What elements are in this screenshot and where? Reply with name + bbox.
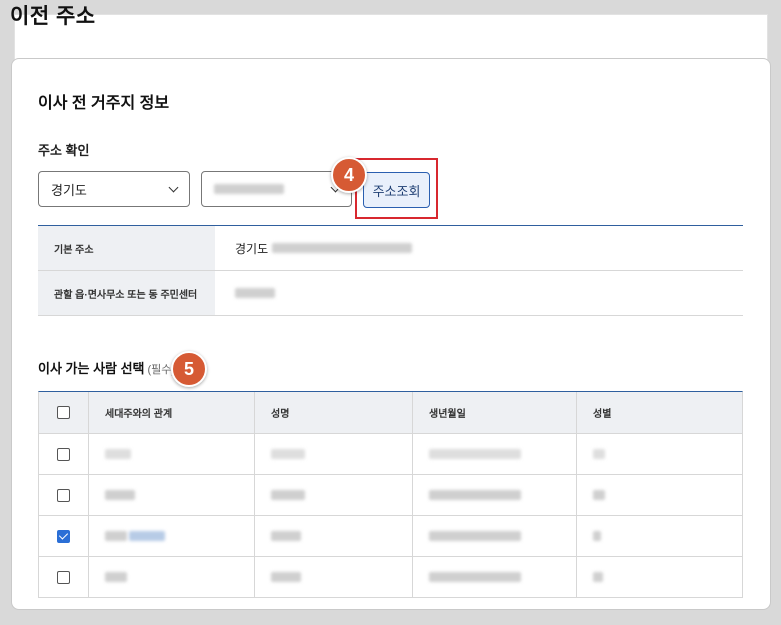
birthdate-redacted (429, 449, 521, 459)
birthdate-redacted (429, 572, 521, 582)
birthdate-cell (413, 475, 577, 515)
header-gender: 성별 (593, 409, 612, 420)
table-row[interactable] (39, 434, 742, 475)
gender-redacted (593, 572, 603, 582)
highlight-box (355, 158, 438, 219)
chevron-down-icon (168, 182, 179, 192)
row-checkbox-cell (39, 434, 89, 474)
gender-cell (577, 434, 742, 474)
gender-cell (577, 557, 742, 597)
relation-redacted (105, 490, 135, 500)
relation-redacted (105, 449, 131, 459)
people-select-title-text: 이사 가는 사람 선택 (38, 361, 145, 376)
relation-link-redacted (129, 531, 165, 541)
step-badge-5: 5 (171, 351, 207, 387)
address-info-table: 기본 주소 경기도 관할 읍·면사무소 또는 동 주민센터 (38, 225, 743, 316)
relation-cell (89, 557, 255, 597)
basic-address-label: 기본 주소 (38, 226, 215, 270)
province-select-value: 경기도 (51, 182, 87, 198)
office-label: 관할 읍·면사무소 또는 동 주민센터 (38, 271, 215, 315)
birthdate-cell (413, 434, 577, 474)
birthdate-cell (413, 516, 577, 556)
relation-cell (89, 475, 255, 515)
page-title: 이전 주소 (10, 5, 96, 28)
relation-redacted (105, 531, 127, 541)
section-title: 이사 전 거주지 정보 (38, 95, 170, 112)
header-relation: 세대주와의 관계 (89, 392, 255, 433)
name-cell (255, 434, 413, 474)
header-name: 성명 (255, 392, 413, 433)
header-birthdate: 생년월일 (413, 392, 577, 433)
gender-cell (577, 516, 742, 556)
birthdate-cell (413, 557, 577, 597)
name-redacted (271, 490, 305, 500)
name-cell (255, 516, 413, 556)
gender-redacted (593, 449, 605, 459)
table-row[interactable] (39, 516, 742, 557)
basic-address-redacted (272, 243, 413, 253)
row-checkbox-cell (39, 475, 89, 515)
gender-redacted (593, 531, 601, 541)
birthdate-redacted (429, 531, 521, 541)
household-members-table: 세대주와의 관계 성명 생년월일 성별 (38, 391, 743, 598)
basic-address-value: 경기도 (215, 226, 743, 270)
relation-cell (89, 516, 255, 556)
city-select-value-redacted (214, 184, 284, 194)
name-redacted (271, 449, 305, 459)
name-cell (255, 475, 413, 515)
step-badge-4: 4 (331, 157, 367, 193)
office-redacted (235, 288, 275, 298)
table-header-row: 세대주와의 관계 성명 생년월일 성별 (39, 392, 742, 434)
row-checkbox[interactable] (57, 447, 70, 461)
address-check-label: 주소 확인 (38, 143, 90, 158)
info-row-office: 관할 읍·면사무소 또는 동 주민센터 (38, 271, 743, 316)
province-select[interactable]: 경기도 (38, 171, 190, 207)
gender-cell (577, 475, 742, 515)
name-redacted (271, 531, 301, 541)
row-checkbox-checked[interactable] (57, 529, 70, 543)
basic-address-province: 경기도 (235, 241, 269, 256)
row-checkbox[interactable] (57, 488, 70, 502)
relation-cell (89, 434, 255, 474)
people-select-title: 이사 가는 사람 선택 (필수) (38, 358, 175, 377)
header-checkbox-cell (39, 392, 89, 433)
name-cell (255, 557, 413, 597)
row-checkbox-cell (39, 516, 89, 556)
table-row[interactable] (39, 475, 742, 516)
info-row-basic-address: 기본 주소 경기도 (38, 226, 743, 271)
row-checkbox-cell (39, 557, 89, 597)
name-redacted (271, 572, 301, 582)
row-checkbox[interactable] (57, 570, 70, 584)
select-all-checkbox[interactable] (57, 406, 70, 419)
office-value (215, 271, 743, 315)
gender-redacted (593, 490, 605, 500)
relation-redacted (105, 572, 127, 582)
table-row[interactable] (39, 557, 742, 598)
city-select[interactable] (201, 171, 352, 207)
birthdate-redacted (429, 490, 521, 500)
